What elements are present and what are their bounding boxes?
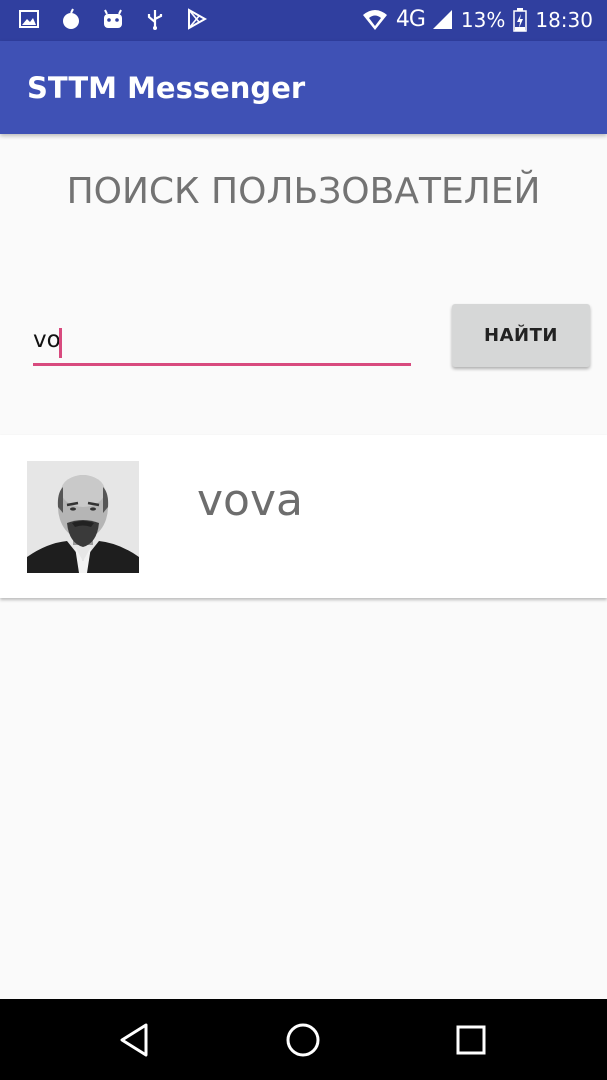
bomb-icon — [63, 8, 79, 29]
app-title: STTM Messenger — [27, 71, 306, 105]
clock: 18:30 — [535, 8, 593, 32]
status-bar: 4G 13% 18:30 — [0, 0, 607, 41]
signal-icon — [432, 10, 452, 29]
usb-icon — [147, 10, 163, 30]
user-name: vova — [197, 475, 303, 526]
recents-icon[interactable] — [450, 1019, 492, 1061]
battery-percent: 13% — [460, 8, 506, 32]
app-bar: STTM Messenger — [0, 41, 607, 134]
android-icon — [104, 9, 122, 28]
system-indicators: 4G 13% 18:30 — [362, 6, 593, 34]
text-cursor — [59, 328, 62, 358]
page-title: ПОИСК ПОЛЬЗОВАТЕЛЕЙ — [66, 171, 541, 212]
user-photo-icon — [27, 461, 139, 573]
navigation-bar — [0, 999, 607, 1080]
search-input[interactable] — [33, 320, 411, 366]
home-icon[interactable] — [282, 1019, 324, 1061]
notification-icons — [18, 8, 208, 30]
user-list-item[interactable]: vova — [0, 435, 607, 598]
back-icon[interactable] — [114, 1019, 156, 1061]
network-type: 4G — [395, 7, 426, 32]
avatar — [27, 461, 139, 573]
image-icon — [19, 10, 39, 28]
screen: 4G 13% 18:30 STTM Messenger ПОИСК ПОЛЬЗО… — [0, 0, 607, 1080]
play-store-icon — [188, 8, 208, 30]
find-button[interactable]: НАЙТИ — [452, 304, 590, 367]
wifi-icon — [362, 10, 387, 30]
battery-charging-icon — [513, 8, 528, 32]
